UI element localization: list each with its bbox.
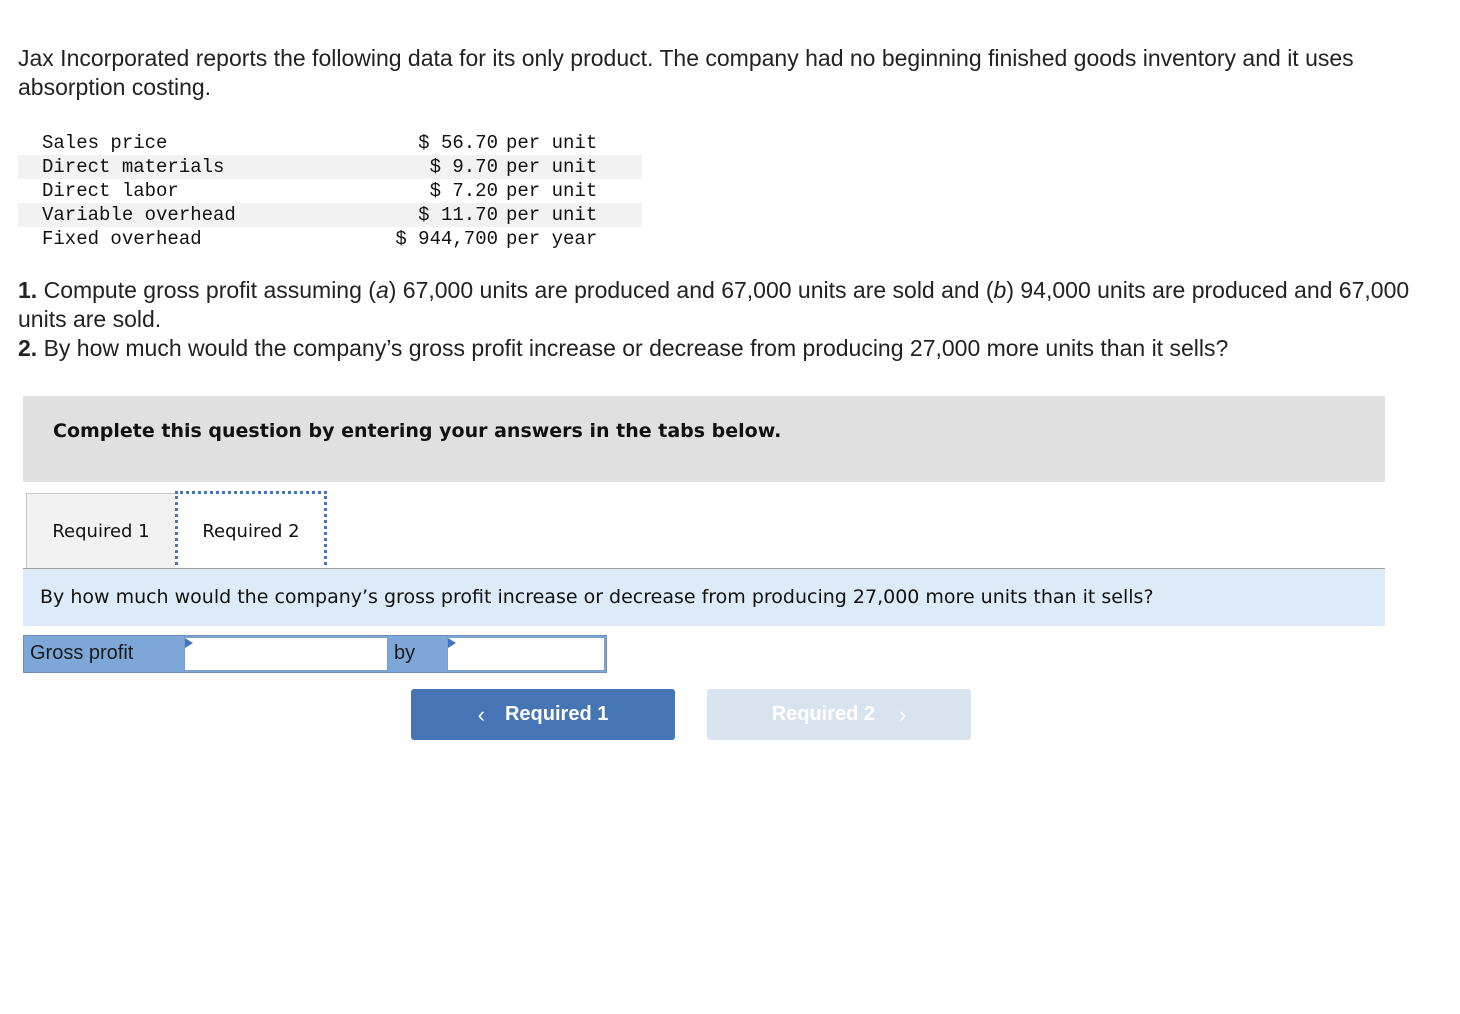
row-unit: per unit <box>506 204 598 226</box>
input-indicator-icon <box>448 638 456 648</box>
previous-button-label: Required 1 <box>504 703 609 725</box>
chevron-right-icon: › <box>899 701 907 727</box>
next-button-label: Required 2 <box>771 703 876 725</box>
row-unit: per unit <box>506 180 598 202</box>
question-bar: By how much would the company’s gross pr… <box>23 569 1385 626</box>
row-label: Variable overhead <box>42 204 236 226</box>
question-1-text: ) 67,000 units are produced and 67,000 u… <box>388 277 994 303</box>
chevron-left-icon: ‹ <box>477 701 485 727</box>
row-amount: $ 56.70 <box>418 132 498 154</box>
tab-required-2[interactable]: Required 2 <box>175 491 327 571</box>
tab-label: Required 1 <box>52 521 150 542</box>
question-bar-text: By how much would the company’s gross pr… <box>40 586 1154 608</box>
row-amount: $ 944,700 <box>395 228 498 250</box>
amount-input[interactable] <box>447 637 605 671</box>
questions-block: 1. Compute gross profit assuming (a) 67,… <box>18 276 1438 363</box>
question-1-number: 1. <box>18 277 38 303</box>
row-unit: per unit <box>506 156 598 178</box>
row-amount: $ 7.20 <box>429 180 498 202</box>
instruction-text: Complete this question by entering your … <box>53 420 782 442</box>
dropdown-indicator-icon <box>185 638 193 648</box>
table-row: Fixed overhead $ 944,700 per year <box>18 227 642 251</box>
table-row: Direct labor $ 7.20 per unit <box>18 179 642 203</box>
row-label: Fixed overhead <box>42 228 202 250</box>
question-2-text: By how much would the company’s gross pr… <box>37 335 1229 361</box>
cost-data-table: Sales price $ 56.70 per unit Direct mate… <box>18 131 642 251</box>
instruction-banner: Complete this question by entering your … <box>23 396 1385 482</box>
row-label: Direct labor <box>42 180 179 202</box>
row-amount: $ 9.70 <box>429 156 498 178</box>
question-1-part-b: b <box>993 277 1007 303</box>
question-2-number: 2. <box>18 335 38 361</box>
table-row: Direct materials $ 9.70 per unit <box>18 155 642 179</box>
tab-label: Required 2 <box>202 520 300 542</box>
previous-required-1-button[interactable]: ‹ Required 1 <box>411 689 675 740</box>
answer-row: Gross profit by <box>23 635 607 673</box>
table-row: Variable overhead $ 11.70 per unit <box>18 203 642 227</box>
by-label: by <box>394 642 416 664</box>
tab-required-1[interactable]: Required 1 <box>26 493 176 569</box>
problem-intro: Jax Incorporated reports the following d… <box>18 45 1354 100</box>
row-label: Sales price <box>42 132 168 154</box>
table-row: Sales price $ 56.70 per unit <box>18 131 642 155</box>
row-amount: $ 11.70 <box>418 204 498 226</box>
gross-profit-label: Gross profit <box>30 642 134 664</box>
question-2: 2. By how much would the company’s gross… <box>18 334 1438 363</box>
next-required-2-button: Required 2 › <box>707 689 971 740</box>
question-1: 1. Compute gross profit assuming (a) 67,… <box>18 276 1438 334</box>
question-1-part-a: a <box>375 277 389 303</box>
question-1-text: Compute gross profit assuming ( <box>37 277 376 303</box>
row-unit: per unit <box>506 132 598 154</box>
increase-decrease-select[interactable] <box>184 637 388 671</box>
row-unit: per year <box>506 228 598 250</box>
row-label: Direct materials <box>42 156 225 178</box>
